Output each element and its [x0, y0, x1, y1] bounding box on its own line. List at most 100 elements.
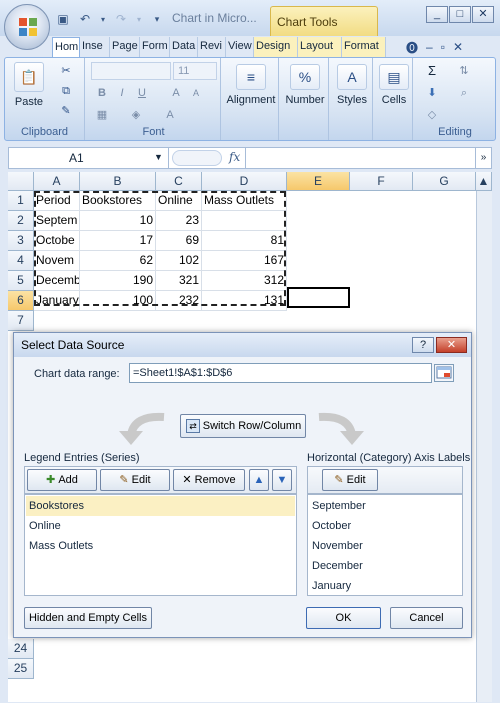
redo-dropdown-icon[interactable]: ▾	[135, 11, 143, 27]
list-item[interactable]: January	[309, 576, 351, 596]
format-painter-icon[interactable]: ✎	[57, 102, 75, 120]
row-header[interactable]: 25	[8, 659, 34, 679]
cells-button[interactable]: ▤ Cells	[375, 64, 413, 106]
tab-data[interactable]: Data	[170, 37, 198, 57]
font-color-icon[interactable]: A	[161, 106, 179, 124]
borders-icon[interactable]: ▦	[93, 106, 111, 124]
edit-series-button[interactable]: ✎ Edit	[100, 469, 170, 491]
column-header[interactable]: E	[287, 172, 350, 191]
name-box[interactable]: A1	[9, 148, 169, 168]
collapse-dialog-button[interactable]	[434, 364, 454, 382]
number-button[interactable]: % Number	[281, 64, 329, 106]
cell-b6[interactable]: 100	[80, 291, 156, 311]
cancel-button[interactable]: Cancel	[390, 607, 463, 629]
cell-c5[interactable]: 321	[156, 271, 202, 291]
font-size-box[interactable]: 11	[173, 62, 217, 80]
minimize-button[interactable]: _	[426, 6, 448, 23]
cell-d2[interactable]	[202, 211, 287, 231]
cell-b4[interactable]: 62	[80, 251, 156, 271]
italic-icon[interactable]: I	[113, 84, 131, 102]
alignment-button[interactable]: ≡ Alignment	[223, 64, 279, 106]
cell-c1[interactable]: Online	[156, 191, 202, 211]
save-icon[interactable]: ▣	[55, 11, 71, 27]
dialog-close-button[interactable]: ✕	[436, 337, 467, 353]
ribbon-restore-icon[interactable]: ▫	[441, 40, 445, 54]
cell-c2[interactable]: 23	[156, 211, 202, 231]
active-cell-e6[interactable]	[287, 287, 350, 308]
list-item[interactable]: September	[309, 496, 366, 516]
cell-a5[interactable]: Decemb	[34, 271, 80, 291]
formula-bar-divider[interactable]	[172, 150, 222, 166]
column-header[interactable]: C	[156, 172, 202, 191]
find-select-icon[interactable]: ⌕	[455, 84, 473, 102]
cut-icon[interactable]: ✂	[57, 62, 75, 80]
row-header[interactable]: 3	[8, 231, 34, 251]
tab-design[interactable]: Design	[254, 37, 298, 57]
fill-icon[interactable]: ⬇	[423, 84, 441, 102]
ribbon-close-icon[interactable]: ✕	[453, 40, 463, 54]
column-header[interactable]: A	[34, 172, 80, 191]
customize-qat-icon[interactable]: ▾	[149, 11, 165, 27]
expand-formula-bar-icon[interactable]: »	[475, 148, 491, 168]
cell-d3[interactable]: 81	[202, 231, 287, 251]
row-header[interactable]: 7	[8, 311, 34, 331]
cell-d6[interactable]: 131	[202, 291, 287, 311]
list-item[interactable]: Bookstores	[26, 496, 295, 516]
close-button[interactable]: ✕	[472, 6, 494, 23]
office-button[interactable]	[4, 4, 50, 50]
cell-b2[interactable]: 10	[80, 211, 156, 231]
cell-c3[interactable]: 69	[156, 231, 202, 251]
move-up-button[interactable]: ▲	[249, 469, 269, 491]
grow-font-icon[interactable]: A	[167, 84, 185, 102]
tab-formulas[interactable]: Form	[140, 37, 170, 57]
row-header[interactable]: 2	[8, 211, 34, 231]
redo-icon[interactable]: ↷	[113, 11, 129, 27]
chart-data-range-input[interactable]: =Sheet1!$A$1:$D$6	[129, 363, 432, 383]
copy-icon[interactable]: ⧉	[57, 82, 75, 100]
tab-insert[interactable]: Inse	[80, 37, 110, 57]
cell-d4[interactable]: 167	[202, 251, 287, 271]
cell-a6[interactable]: January	[34, 291, 80, 311]
row-header[interactable]: 4	[8, 251, 34, 271]
paste-button[interactable]: 📋 Paste	[11, 62, 47, 108]
cell-d5[interactable]: 312	[202, 271, 287, 291]
vertical-scrollbar[interactable]	[476, 191, 492, 702]
tab-home[interactable]: Hom	[52, 37, 80, 57]
category-list[interactable]: September October November December Janu…	[307, 494, 463, 596]
insert-function-icon[interactable]: fx	[229, 150, 240, 164]
series-list[interactable]: Bookstores Online Mass Outlets	[24, 494, 297, 596]
cell-a3[interactable]: Octobe	[34, 231, 80, 251]
tab-page-layout[interactable]: Page	[110, 37, 140, 57]
remove-series-button[interactable]: ✕ Remove	[173, 469, 245, 491]
move-down-button[interactable]: ▼	[272, 469, 292, 491]
tab-layout[interactable]: Layout	[298, 37, 342, 57]
tab-review[interactable]: Revi	[198, 37, 226, 57]
list-item[interactable]: November	[309, 536, 363, 556]
name-box-dropdown-icon[interactable]: ▼	[154, 152, 163, 162]
tab-view[interactable]: View	[226, 37, 254, 57]
cell-a2[interactable]: Septem	[34, 211, 80, 231]
bold-icon[interactable]: B	[93, 84, 111, 102]
clear-icon[interactable]: ◇	[423, 106, 441, 124]
row-header[interactable]: 1	[8, 191, 34, 211]
ribbon-minimize-icon[interactable]: –	[426, 40, 433, 54]
shrink-font-icon[interactable]: A	[187, 84, 205, 102]
list-item[interactable]: Online	[26, 516, 61, 536]
autosum-icon[interactable]: Σ	[423, 62, 441, 80]
dialog-help-button[interactable]: ?	[412, 337, 434, 353]
cell-b1[interactable]: Bookstores	[80, 191, 156, 211]
cell-d1[interactable]: Mass Outlets	[202, 191, 287, 211]
list-item[interactable]: Mass Outlets	[26, 536, 93, 556]
vertical-scrollbar-top[interactable]: ▲	[476, 172, 492, 191]
row-header[interactable]: 24	[8, 639, 34, 659]
cell-a4[interactable]: Novem	[34, 251, 80, 271]
help-icon[interactable]: ⓿	[406, 39, 418, 56]
styles-button[interactable]: A Styles	[331, 64, 373, 106]
fill-color-icon[interactable]: ◈	[127, 106, 145, 124]
list-item[interactable]: October	[309, 516, 351, 536]
edit-axis-labels-button[interactable]: ✎ Edit	[322, 469, 378, 491]
sort-filter-icon[interactable]: ⇅	[455, 62, 473, 80]
cell-c6[interactable]: 232	[156, 291, 202, 311]
undo-dropdown-icon[interactable]: ▾	[99, 11, 107, 27]
row-header[interactable]: 5	[8, 271, 34, 291]
